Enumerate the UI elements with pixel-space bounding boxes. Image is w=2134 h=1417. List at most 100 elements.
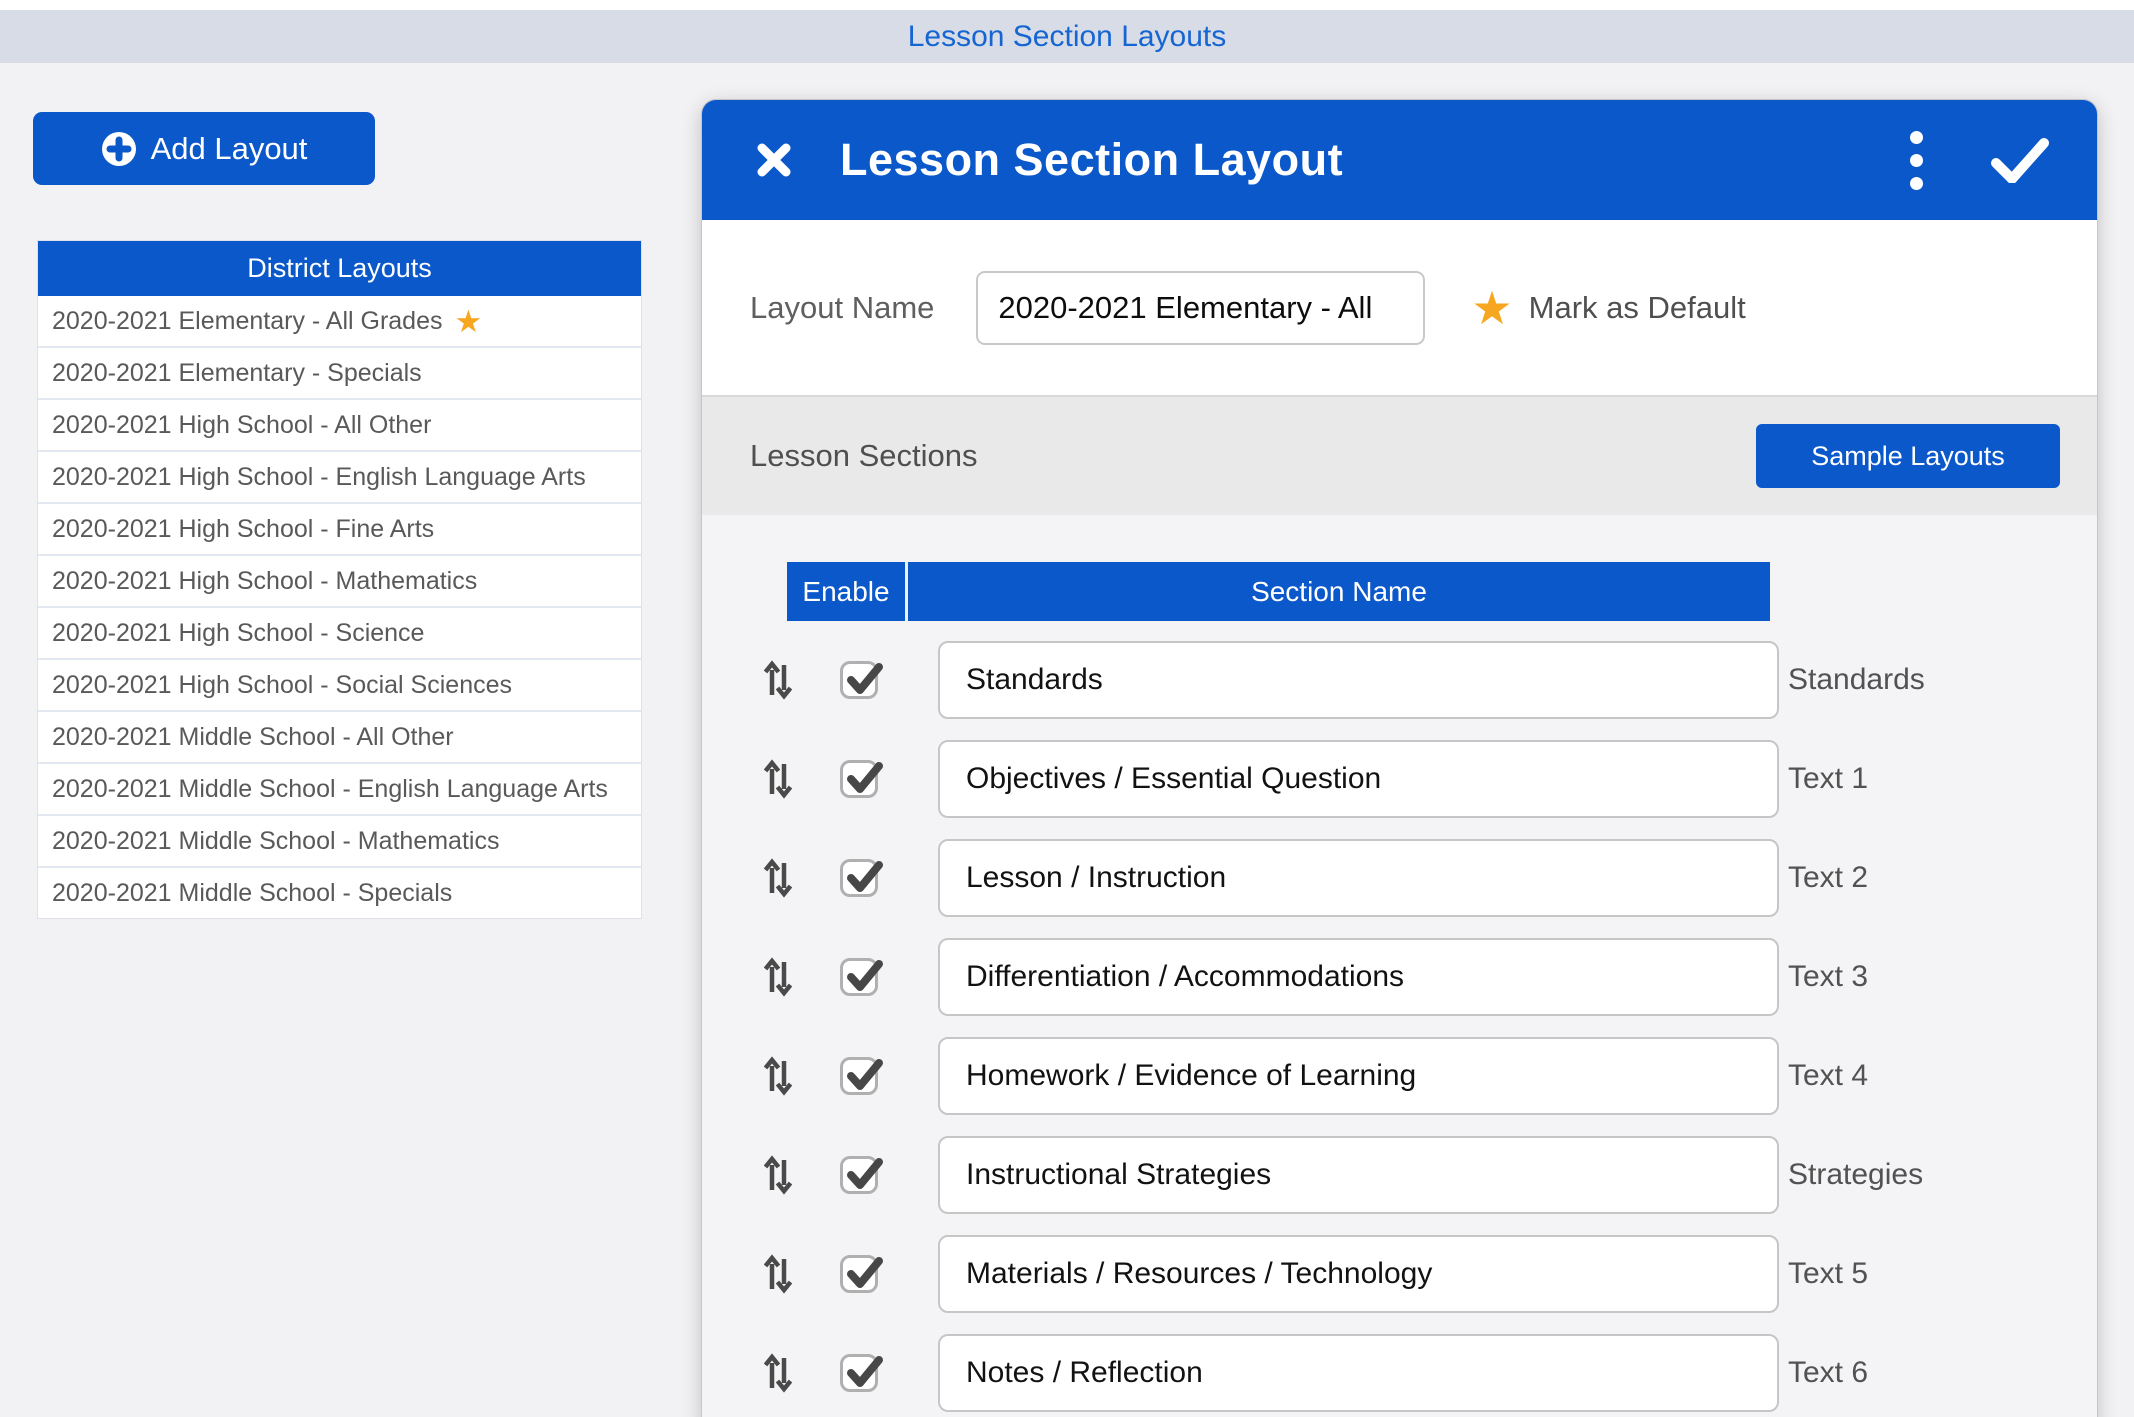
section-row: Strategies [702, 1125, 2097, 1224]
dialog-header: Lesson Section Layout [702, 100, 2097, 220]
column-header-section-name: Section Name [908, 562, 1770, 621]
district-layout-item[interactable]: 2020-2021 High School - Social Sciences [38, 658, 641, 710]
checkmark-icon [844, 958, 882, 996]
section-enable-checkbox[interactable] [840, 1255, 878, 1293]
district-layouts-header: District Layouts [38, 241, 641, 296]
district-layout-item[interactable]: 2020-2021 Middle School - Mathematics [38, 814, 641, 866]
add-layout-label: Add Layout [151, 131, 308, 167]
reorder-icon[interactable] [764, 1056, 792, 1096]
sections-table: Enable Section Name Standards [702, 515, 2097, 1417]
screen: Lesson Section Layouts Add Layout Distri… [0, 0, 2134, 1417]
kebab-menu-icon[interactable] [1904, 125, 1929, 196]
district-layout-item[interactable]: 2020-2021 Elementary - All Grades ★ [38, 296, 641, 346]
lesson-section-layout-dialog: Lesson Section Layout Layout Name ★ Mark… [702, 100, 2097, 1417]
section-type-label: Standards [1788, 663, 1925, 697]
district-layout-label: 2020-2021 Elementary - Specials [52, 359, 422, 388]
reorder-icon[interactable] [764, 957, 792, 997]
page-header: Lesson Section Layouts [0, 10, 2134, 63]
district-layout-label: 2020-2021 Elementary - All Grades [52, 307, 443, 336]
section-type-label: Strategies [1788, 1158, 1923, 1192]
lesson-sections-bar: Lesson Sections Sample Layouts [702, 395, 2097, 515]
section-row: Text 6 [702, 1323, 2097, 1417]
checkmark-icon [844, 760, 882, 798]
district-layout-label: 2020-2021 High School - Science [52, 619, 424, 648]
lesson-sections-title: Lesson Sections [750, 438, 977, 474]
layout-name-row: Layout Name ★ Mark as Default [702, 220, 2097, 395]
section-enable-checkbox[interactable] [840, 760, 878, 798]
section-enable-checkbox[interactable] [840, 859, 878, 897]
add-layout-button[interactable]: Add Layout [33, 112, 375, 185]
dialog-title: Lesson Section Layout [840, 134, 1343, 186]
checkmark-icon [844, 1255, 882, 1293]
district-layout-label: 2020-2021 High School - All Other [52, 411, 431, 440]
section-name-input[interactable] [938, 938, 1779, 1016]
section-name-input[interactable] [938, 1235, 1779, 1313]
section-row: Text 2 [702, 828, 2097, 927]
district-layout-item[interactable]: 2020-2021 Middle School - English Langua… [38, 762, 641, 814]
checkmark-icon [844, 661, 882, 699]
checkmark-icon [844, 859, 882, 897]
district-layout-item[interactable]: 2020-2021 High School - Science [38, 606, 641, 658]
reorder-icon[interactable] [764, 1353, 792, 1393]
district-layout-item[interactable]: 2020-2021 High School - Mathematics [38, 554, 641, 606]
section-enable-checkbox[interactable] [840, 661, 878, 699]
district-layout-label: 2020-2021 Middle School - English Langua… [52, 775, 608, 804]
reorder-icon[interactable] [764, 1254, 792, 1294]
checkmark-icon [844, 1156, 882, 1194]
section-enable-checkbox[interactable] [840, 958, 878, 996]
mark-default-label: Mark as Default [1529, 290, 1746, 326]
section-type-label: Text 6 [1788, 1356, 1868, 1390]
close-icon[interactable] [756, 142, 792, 178]
layout-name-input[interactable] [976, 271, 1425, 345]
reorder-icon[interactable] [764, 660, 792, 700]
section-enable-checkbox[interactable] [840, 1354, 878, 1392]
section-row: Text 4 [702, 1026, 2097, 1125]
section-row: Standards [702, 630, 2097, 729]
district-layout-item[interactable]: 2020-2021 High School - All Other [38, 398, 641, 450]
section-type-label: Text 3 [1788, 960, 1868, 994]
section-enable-checkbox[interactable] [840, 1156, 878, 1194]
reorder-icon[interactable] [764, 759, 792, 799]
district-layout-label: 2020-2021 Middle School - Specials [52, 879, 452, 908]
column-header-enable: Enable [787, 562, 908, 621]
section-type-label: Text 5 [1788, 1257, 1868, 1291]
section-type-label: Text 2 [1788, 861, 1868, 895]
section-name-input[interactable] [938, 1136, 1779, 1214]
section-enable-checkbox[interactable] [840, 1057, 878, 1095]
district-layout-label: 2020-2021 High School - Social Sciences [52, 671, 512, 700]
section-type-label: Text 1 [1788, 762, 1868, 796]
section-type-label: Text 4 [1788, 1059, 1868, 1093]
section-row: Text 5 [702, 1224, 2097, 1323]
top-strip [0, 0, 2134, 10]
district-layout-item[interactable]: 2020-2021 Middle School - Specials [38, 866, 641, 918]
section-name-input[interactable] [938, 839, 1779, 917]
default-star-icon: ★ [455, 306, 483, 337]
district-layout-item[interactable]: 2020-2021 High School - English Language… [38, 450, 641, 502]
district-layout-label: 2020-2021 Middle School - All Other [52, 723, 454, 752]
save-check-icon[interactable] [1991, 137, 2049, 183]
district-layout-item[interactable]: 2020-2021 Middle School - All Other [38, 710, 641, 762]
checkmark-icon [844, 1354, 882, 1392]
section-row: Text 3 [702, 927, 2097, 1026]
district-layout-item[interactable]: 2020-2021 High School - Fine Arts [38, 502, 641, 554]
section-name-input[interactable] [938, 740, 1779, 818]
district-layout-item[interactable]: 2020-2021 Elementary - Specials [38, 346, 641, 398]
sections-rows: Standards Text 1 Text 2 [702, 630, 2097, 1417]
section-name-input[interactable] [938, 1334, 1779, 1412]
section-name-input[interactable] [938, 1037, 1779, 1115]
page-title: Lesson Section Layouts [908, 20, 1227, 54]
checkmark-icon [844, 1057, 882, 1095]
district-layout-label: 2020-2021 High School - Mathematics [52, 567, 477, 596]
sample-layouts-button[interactable]: Sample Layouts [1756, 424, 2060, 488]
plus-circle-icon [101, 131, 137, 167]
district-layout-label: 2020-2021 High School - English Language… [52, 463, 586, 492]
section-row: Text 1 [702, 729, 2097, 828]
district-layout-label: 2020-2021 High School - Fine Arts [52, 515, 434, 544]
district-layouts-items: 2020-2021 Elementary - All Grades ★ 2020… [38, 296, 641, 918]
reorder-icon[interactable] [764, 1155, 792, 1195]
section-name-input[interactable] [938, 641, 1779, 719]
sections-table-header: Enable Section Name [787, 562, 1770, 621]
district-layout-label: 2020-2021 Middle School - Mathematics [52, 827, 499, 856]
mark-default-star-icon[interactable]: ★ [1471, 285, 1512, 331]
reorder-icon[interactable] [764, 858, 792, 898]
